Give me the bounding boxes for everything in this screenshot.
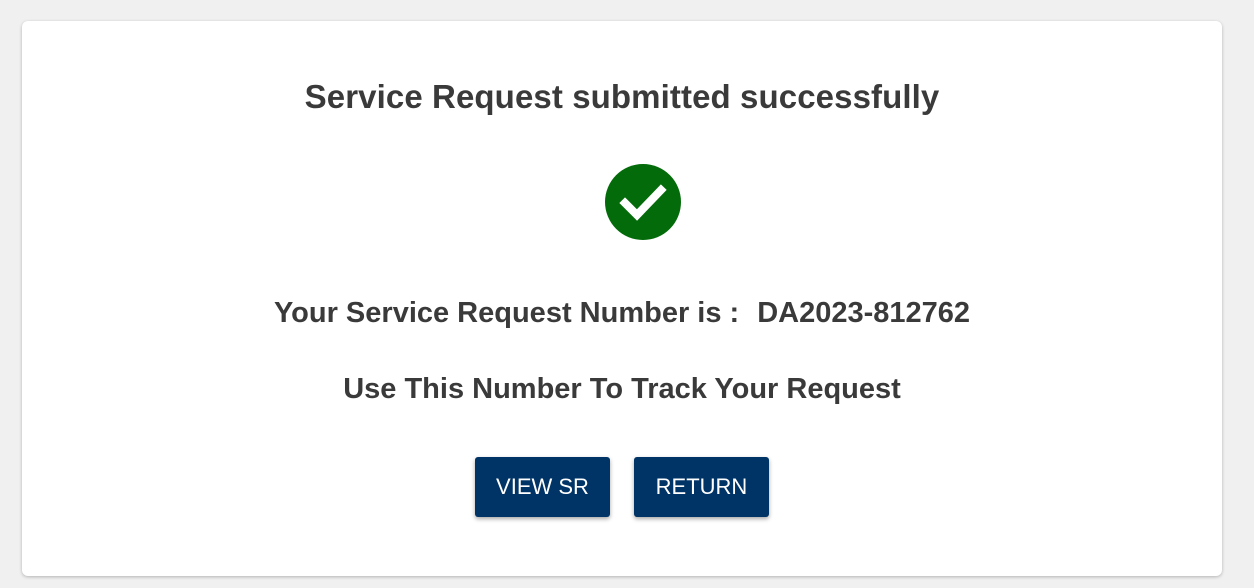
confirmation-title: Service Request submitted successfully [304,78,940,115]
check-circle-icon [605,164,681,240]
return-button[interactable]: RETURN [634,457,769,517]
checkmark-icon [619,184,667,221]
sr-number-line: Your Service Request Number is : DA2023-8… [22,297,1222,330]
view-sr-button[interactable]: VIEW SR [475,457,610,517]
confirmation-card: Service Request submitted successfully Y… [22,21,1222,576]
track-message: Use This Number To Track Your Request [343,373,901,405]
sr-number-value: DA2023-812762 [757,297,971,329]
sr-number-label: Your Service Request Number is : [273,297,740,329]
